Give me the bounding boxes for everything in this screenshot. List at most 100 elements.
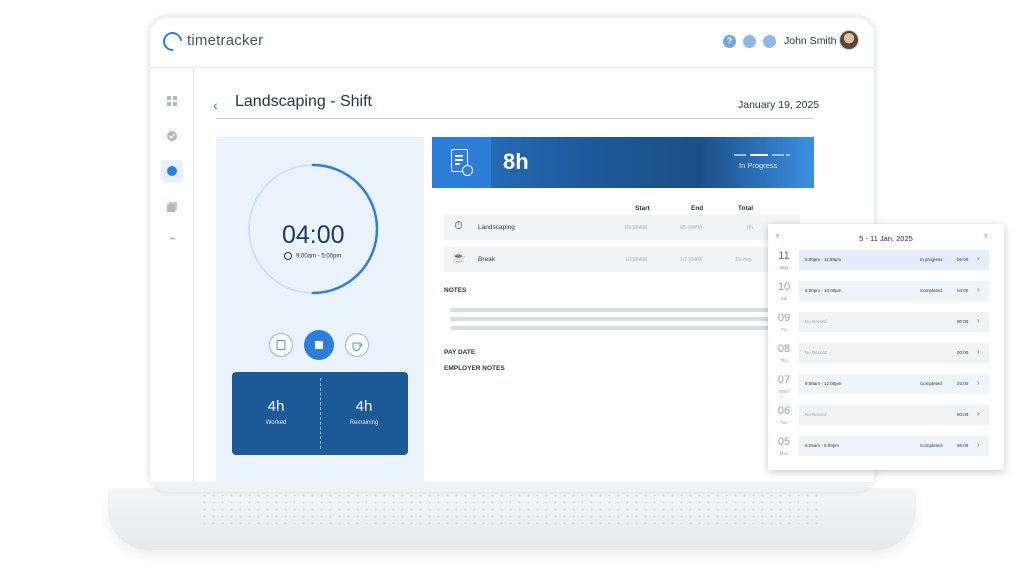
header-divider <box>216 118 814 119</box>
gear-icon[interactable] <box>763 35 776 48</box>
chevron-right-icon[interactable]: › <box>977 409 980 418</box>
day-number: 07 <box>777 374 791 386</box>
day-time-range: 5:00am - 5:00pm <box>805 443 840 448</box>
day-hours: 00:00 <box>957 412 969 417</box>
day-row[interactable]: 5:00am - 5:00pm Completed 06:00 › <box>799 436 989 456</box>
day-row[interactable]: 6:00pm - 11:59pm In progress 06:00 › <box>799 250 989 270</box>
page-title: Landscaping - Shift <box>235 93 372 110</box>
timer-panel: 04:00 9:00am - 5:00pm 4h Worked 4h Remai… <box>216 137 424 482</box>
day-of-week: Sat <box>780 296 788 301</box>
day-hours: 03:00 <box>957 381 969 386</box>
sidebar-item-dashboard[interactable] <box>166 95 178 107</box>
week-range: 5 - 11 Jan, 2025 <box>859 234 913 243</box>
day-status: Completed <box>920 381 942 386</box>
coffee-icon <box>352 342 362 351</box>
next-week-button[interactable]: › <box>984 230 987 240</box>
day-hours: 00:00 <box>957 350 969 355</box>
chevron-right-icon[interactable]: › <box>977 440 980 449</box>
notes-line <box>450 317 780 321</box>
stats-divider <box>320 378 321 449</box>
day-of-week: Wed <box>779 389 789 394</box>
chevron-right-icon[interactable]: › <box>977 316 980 325</box>
sidebar-item-documents[interactable] <box>166 201 178 213</box>
notes-label: NOTES <box>444 287 467 294</box>
entry-row-landscaping[interactable]: ⏱ Landscaping 09:00AM 05:00PM 8h <box>444 215 800 240</box>
week-summary-card: ‹ 5 - 11 Jan, 2025 › 11 Sun 6:00pm - 11:59… <box>768 224 1004 470</box>
chevron-right-icon[interactable]: › <box>977 285 980 294</box>
day-time-range: 6:00pm - 11:59pm <box>805 257 842 262</box>
pay-date-label: PAY DATE <box>444 349 476 356</box>
chevron-right-icon[interactable]: › <box>977 254 980 263</box>
day-row[interactable]: No Record 00:00 › <box>799 405 989 425</box>
chevron-right-icon[interactable]: › <box>977 347 980 356</box>
column-start: Start <box>635 205 650 212</box>
notes-line <box>450 326 780 330</box>
stop-button[interactable] <box>304 330 334 360</box>
entry-total: 8h <box>747 225 754 231</box>
day-of-week: Mon <box>779 451 789 456</box>
entry-row-break[interactable]: ☕ Break 10:00AM 10:15AM 15 min <box>444 247 800 272</box>
app-window: timetracker ? John Smith ••• ‹ Landscapi… <box>150 18 874 482</box>
shift-detail-panel: 8h In Progress Start End Total ⏱ Landsca… <box>432 137 814 482</box>
avatar[interactable] <box>839 30 859 50</box>
page-date: January 19, 2025 <box>738 99 820 111</box>
documents-icon <box>167 202 177 212</box>
entry-end: 05:00PM <box>680 225 703 231</box>
entry-start: 10:00AM <box>625 257 648 263</box>
shift-summary-header: 8h In Progress <box>432 137 814 188</box>
note-icon <box>276 340 286 350</box>
worked-value: 4h <box>267 398 285 415</box>
help-icon[interactable]: ? <box>723 35 736 48</box>
bell-icon[interactable] <box>743 35 756 48</box>
back-button[interactable]: ‹ <box>213 97 218 113</box>
user-name[interactable]: John Smith <box>784 35 837 47</box>
day-time-range: 6:00pm - 10:00pm <box>805 288 842 293</box>
column-total: Total <box>738 205 754 212</box>
sidebar: ••• <box>150 69 194 482</box>
clock-icon <box>462 165 473 176</box>
day-status: Completed <box>920 288 942 293</box>
clock-icon <box>284 252 292 260</box>
notes-line <box>450 308 780 312</box>
break-button[interactable] <box>345 333 369 357</box>
sidebar-item-timesheet[interactable] <box>161 160 183 182</box>
day-number: 10 <box>777 281 791 293</box>
day-row[interactable]: 6:00pm - 10:00pm Completed 04:00 › <box>799 281 989 301</box>
day-of-week: Fri <box>781 327 787 332</box>
stats-card: 4h Worked 4h Remaining <box>232 372 408 455</box>
day-of-week: Tue <box>780 420 788 425</box>
worked-label: Worked <box>265 420 287 426</box>
clock-icon <box>167 166 177 176</box>
timesheet-icon-tile <box>432 137 491 188</box>
day-time-range: 9:00am - 12:00pm <box>805 381 842 386</box>
sidebar-item-approvals[interactable] <box>166 130 178 142</box>
dashboard-icon <box>167 96 177 106</box>
check-icon <box>167 131 177 141</box>
day-number: 08 <box>777 343 791 355</box>
entry-start: 09:00AM <box>625 225 648 231</box>
day-row[interactable]: No Record 00:00 › <box>799 312 989 332</box>
day-hours: 06:00 <box>957 443 969 448</box>
day-row[interactable]: 9:00am - 12:00pm Completed 03:00 › <box>799 374 989 394</box>
entry-name: Break <box>478 256 495 263</box>
app-logo-text: timetracker <box>187 32 264 49</box>
note-button[interactable] <box>269 333 293 357</box>
shift-total-hours: 8h <box>503 149 529 174</box>
day-hours: 00:00 <box>957 319 969 324</box>
day-status: In progress <box>920 257 943 262</box>
day-hours: 04:00 <box>957 288 969 293</box>
day-row[interactable]: No Record 00:00 › <box>799 343 989 363</box>
chevron-right-icon[interactable]: › <box>977 378 980 387</box>
day-of-week: Thu <box>780 358 788 363</box>
shift-status: In Progress <box>739 161 778 170</box>
day-number: 11 <box>778 250 790 262</box>
timer-range-text: 9:00am - 5:00pm <box>296 253 342 260</box>
entry-end: 10:15AM <box>680 257 703 263</box>
column-end: End <box>691 205 704 212</box>
day-hours: 06:00 <box>957 257 969 262</box>
day-time-range: No Record <box>805 319 827 324</box>
more-icon[interactable]: ••• <box>166 234 178 246</box>
status-progress-indicator <box>734 154 790 157</box>
timer-range: 9:00am - 5:00pm <box>284 252 374 260</box>
laptop-keyboard <box>200 492 824 524</box>
